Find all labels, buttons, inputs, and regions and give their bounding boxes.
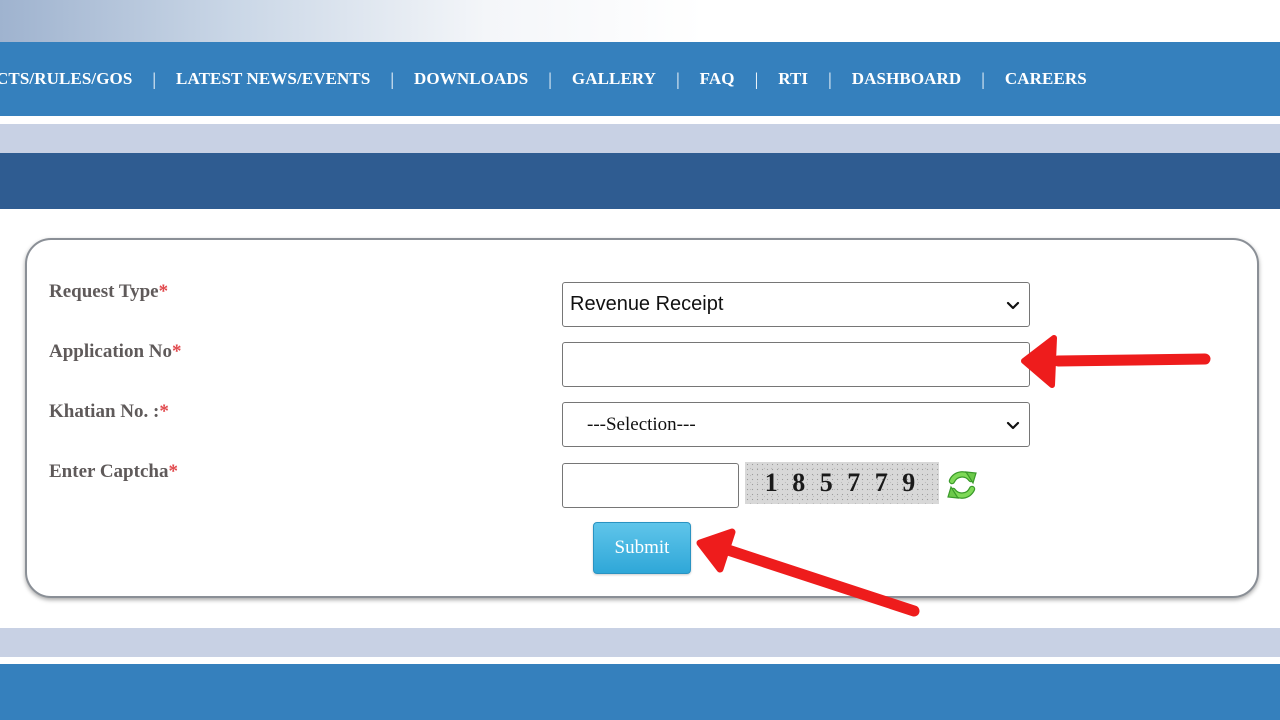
nav-item-gallery[interactable]: GALLERY (572, 69, 656, 89)
required-marker: * (168, 461, 178, 482)
request-type-label: Request Type* (49, 281, 168, 303)
nav-item-acts-rules-gos[interactable]: CTS/RULES/GOS (0, 69, 132, 89)
captcha-image: 1 8 5 7 7 9 (745, 462, 939, 504)
nav-item-downloads[interactable]: DOWNLOADS (414, 69, 528, 89)
application-no-label: Application No* (49, 341, 182, 363)
request-type-select[interactable]: Revenue Receipt (562, 282, 1030, 327)
nav-item-latest-news-events[interactable]: LATEST NEWS/EVENTS (176, 69, 370, 89)
khatian-no-label-text: Khatian No. : (49, 401, 160, 422)
captcha-label: Enter Captcha* (49, 461, 178, 483)
page-title-bar (0, 153, 1280, 209)
nav-item-dashboard[interactable]: DASHBOARD (852, 69, 962, 89)
nav-item-careers[interactable]: CAREERS (1005, 69, 1087, 89)
nav-separator: | (676, 68, 680, 89)
required-marker: * (158, 281, 169, 302)
khatian-no-label: Khatian No. :* (49, 401, 169, 423)
divider-band (0, 628, 1280, 657)
nav-separator: | (548, 68, 552, 89)
header-banner (0, 0, 1280, 42)
required-marker: * (172, 341, 182, 362)
captcha-label-text: Enter Captcha (49, 461, 169, 482)
khatian-no-value: ---Selection--- (587, 413, 696, 435)
request-type-value: Revenue Receipt (570, 293, 724, 315)
nav-separator: | (152, 68, 157, 89)
captcha-text: 1 8 5 7 7 9 (764, 468, 920, 497)
chevron-down-icon (1006, 421, 1020, 429)
submit-button[interactable]: Submit (593, 522, 691, 574)
nav-item-faq[interactable]: FAQ (700, 69, 735, 89)
nav-separator: | (754, 68, 759, 89)
application-no-input[interactable] (562, 342, 1030, 387)
nav-list: CTS/RULES/GOS | LATEST NEWS/EVENTS | DOW… (0, 69, 1087, 90)
required-marker: * (159, 401, 169, 422)
nav-separator: | (828, 68, 832, 89)
khatian-no-select[interactable]: ---Selection--- (562, 402, 1030, 447)
refresh-captcha-icon[interactable] (944, 467, 980, 503)
divider-band (0, 124, 1280, 153)
application-no-label-text: Application No (49, 341, 172, 362)
nav-separator: | (981, 68, 985, 89)
main-nav: CTS/RULES/GOS | LATEST NEWS/EVENTS | DOW… (0, 42, 1280, 116)
nav-separator: | (390, 68, 395, 89)
chevron-down-icon (1006, 301, 1020, 309)
footer-bar (0, 664, 1280, 720)
captcha-input[interactable] (562, 463, 739, 508)
request-type-label-text: Request Type (49, 281, 159, 302)
nav-item-rti[interactable]: RTI (778, 69, 808, 89)
